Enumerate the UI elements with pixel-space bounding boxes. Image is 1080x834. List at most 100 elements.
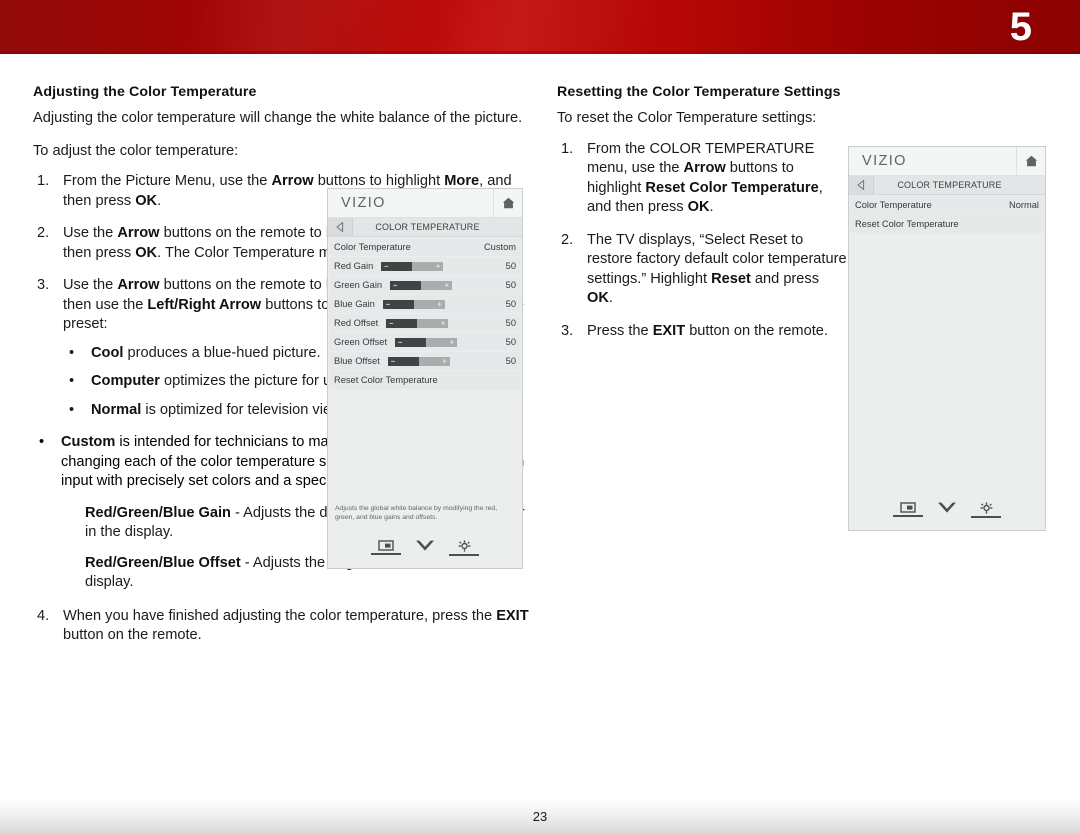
osd-row-green-offset[interactable]: Green Offset – + 50	[329, 333, 521, 351]
osd-rows: Color Temperature Custom Red Gain – + 50…	[328, 237, 522, 389]
osd-row-value: 50	[505, 337, 516, 347]
step-text: When you have finished adjusting the col…	[63, 607, 529, 644]
icon-underline	[371, 553, 401, 555]
osd-breadcrumb: COLOR TEMPERATURE	[328, 218, 522, 237]
step-text: From the COLOR TEMPERATURE menu, use the…	[587, 140, 823, 216]
slider-minus-icon[interactable]: –	[391, 357, 395, 365]
red-offset-slider[interactable]: – +	[386, 318, 449, 328]
list-item: 4. When you have finished adjusting the …	[33, 607, 533, 646]
osd-rows: Color Temperature Normal Reset Color Tem…	[849, 195, 1045, 233]
osd-row-color-temperature[interactable]: Color Temperature Normal	[850, 196, 1044, 214]
step-number: 4.	[37, 607, 50, 624]
bullet-dot: •	[69, 344, 75, 361]
slider-plus-icon[interactable]: +	[445, 281, 449, 289]
red-gain-slider[interactable]: – +	[381, 261, 444, 271]
slider-minus-icon[interactable]: –	[389, 319, 393, 327]
osd-row-label: Green Gain	[334, 280, 383, 290]
osd-row-value: 50	[505, 299, 516, 309]
preset-text: Cool produces a blue-hued picture.	[91, 344, 321, 361]
bullet-dot: •	[39, 434, 45, 450]
green-gain-slider[interactable]: – +	[390, 280, 453, 290]
osd-foot-icons	[849, 501, 1045, 518]
left-lead-in-text: To adjust the color temperature:	[33, 142, 239, 159]
home-icon[interactable]	[1016, 147, 1045, 175]
osd-row-label: Reset Color Temperature	[855, 219, 959, 229]
left-section-title: Adjusting the Color Temperature	[33, 84, 257, 100]
page-number: 23	[532, 809, 548, 824]
osd-row-red-gain[interactable]: Red Gain – + 50	[329, 257, 521, 275]
slider-minus-icon[interactable]: –	[398, 338, 402, 346]
blue-gain-slider[interactable]: – +	[382, 299, 445, 309]
osd-row-reset-color-temperature[interactable]: Reset Color Temperature	[850, 215, 1044, 233]
bullet-dot: •	[69, 401, 75, 418]
osd-row-value: 50	[505, 280, 516, 290]
chevron-down-icon[interactable]	[410, 539, 440, 556]
right-column: Resetting the Color Temperature Settings…	[557, 84, 847, 354]
osd-breadcrumb: COLOR TEMPERATURE	[849, 176, 1045, 195]
osd-row-value: 50	[505, 318, 516, 328]
gear-icon[interactable]	[449, 539, 479, 556]
chapter-number: 5	[1009, 5, 1032, 49]
back-arrow-icon[interactable]	[328, 218, 353, 236]
right-lead-in-text: To reset the Color Temperature settings:	[557, 110, 817, 126]
osd-row-red-offset[interactable]: Red Offset – + 50	[329, 314, 521, 332]
icon-underline	[410, 554, 440, 556]
back-arrow-icon[interactable]	[849, 176, 874, 194]
osd-foot-icons	[328, 539, 522, 556]
slider-plus-icon[interactable]: +	[442, 357, 446, 365]
osd-row-label: Color Temperature	[334, 242, 411, 252]
osd-row-label: Blue Offset	[334, 356, 380, 366]
screen-icon[interactable]	[893, 502, 923, 517]
osd-row-value: 50	[505, 356, 516, 366]
osd-topbar: VIZIO	[328, 189, 522, 218]
green-offset-slider[interactable]: – +	[395, 337, 458, 347]
slider-plus-icon[interactable]: +	[437, 300, 441, 308]
osd-row-label: Reset Color Temperature	[334, 375, 438, 385]
step-number: 3.	[561, 322, 574, 339]
osd-row-blue-gain[interactable]: Blue Gain – + 50	[329, 295, 521, 313]
slider-plus-icon[interactable]: +	[441, 319, 445, 327]
slider-minus-icon[interactable]: –	[386, 300, 390, 308]
osd-color-temperature-custom[interactable]: VIZIO COLOR TEMPERATURE Color Temperatur…	[327, 188, 523, 569]
list-item: 2. The TV displays, “Select Reset to res…	[557, 231, 847, 309]
slider-plus-icon[interactable]: +	[450, 338, 454, 346]
screen-icon[interactable]	[371, 540, 401, 555]
osd-row-value: Normal	[1009, 200, 1039, 210]
osd-row-label: Color Temperature	[855, 200, 932, 210]
left-steps-list-final: 4. When you have finished adjusting the …	[33, 607, 533, 646]
chapter-header-band: 5	[0, 0, 1080, 54]
slider-plus-icon[interactable]: +	[436, 262, 440, 270]
preset-text: Normal is optimized for television viewi…	[91, 401, 366, 418]
osd-row-label: Red Gain	[334, 261, 374, 271]
chevron-down-icon[interactable]	[932, 501, 962, 518]
osd-row-value: Custom	[483, 242, 516, 252]
osd-breadcrumb-label: COLOR TEMPERATURE	[897, 180, 1002, 190]
blue-offset-slider[interactable]: – +	[387, 356, 450, 366]
gear-icon[interactable]	[971, 501, 1001, 518]
icon-underline	[932, 516, 962, 518]
osd-topbar: VIZIO	[849, 147, 1045, 176]
vizio-logo: VIZIO	[862, 153, 907, 169]
right-steps-list: 1. From the COLOR TEMPERATURE menu, use …	[557, 140, 847, 342]
vizio-logo: VIZIO	[341, 195, 386, 211]
manual-page: 5 Adjusting the Color Temperature Adjust…	[0, 0, 1080, 834]
list-item: 1. From the COLOR TEMPERATURE menu, use …	[557, 140, 847, 218]
osd-row-reset-color-temperature[interactable]: Reset Color Temperature	[329, 371, 521, 389]
list-item: 3. Press the EXIT button on the remote.	[557, 322, 847, 342]
step-number: 2.	[561, 231, 574, 248]
slider-minus-icon[interactable]: –	[393, 281, 397, 289]
slider-minus-icon[interactable]: –	[384, 262, 388, 270]
bullet-dot: •	[69, 373, 75, 389]
osd-color-temperature-normal[interactable]: VIZIO COLOR TEMPERATURE Color Temperatur…	[848, 146, 1046, 531]
left-intro-text: Adjusting the color temperature will cha…	[33, 110, 523, 126]
icon-underline	[971, 515, 1001, 518]
right-section-title: Resetting the Color Temperature Settings	[557, 84, 841, 100]
icon-underline	[893, 515, 923, 517]
osd-row-blue-offset[interactable]: Blue Offset – + 50	[329, 352, 521, 370]
osd-row-green-gain[interactable]: Green Gain – + 50	[329, 276, 521, 294]
step-text: Press the EXIT button on the remote.	[587, 322, 828, 339]
step-text: The TV displays, “Select Reset to restor…	[587, 231, 847, 307]
step-number: 3.	[37, 277, 50, 293]
home-icon[interactable]	[493, 189, 522, 217]
osd-row-color-temperature[interactable]: Color Temperature Custom	[329, 238, 521, 256]
